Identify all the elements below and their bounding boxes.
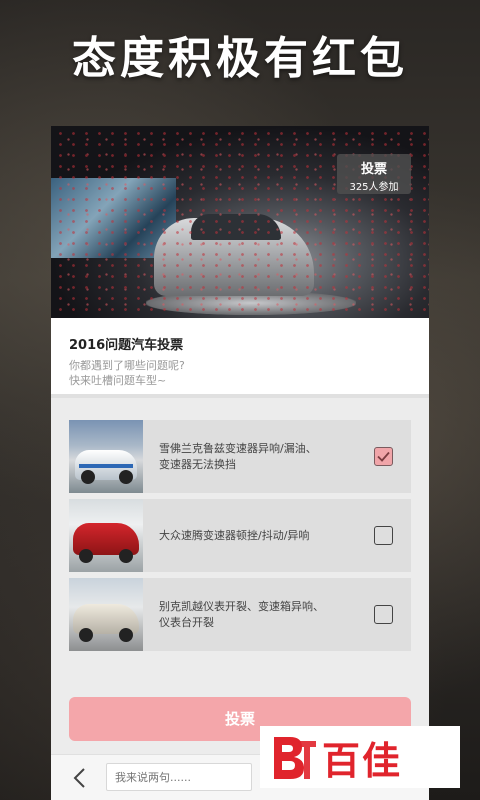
option-label-line2: 变速器无法换挡 <box>159 457 236 471</box>
option-thumbnail <box>69 499 143 572</box>
vote-count-badge: 投票 325人参加 <box>337 154 411 194</box>
poll-option-vw-sagitar[interactable]: 大众速腾变速器顿挫/抖动/异响 <box>69 499 411 572</box>
poll-description: 你都遇到了哪些问题呢? 快来吐槽问题车型~ <box>69 358 411 388</box>
hero-image: 投票 325人参加 <box>51 126 429 318</box>
brand-watermark: 百佳 <box>260 726 460 788</box>
vote-badge-count: 325人参加 <box>349 182 399 193</box>
brand-logo-icon <box>274 737 316 779</box>
option-label-line1: 别克凯越仪表开裂、变速箱异响、 <box>159 599 324 613</box>
option-label: 雪佛兰克鲁兹变速器异响/漏油、 变速器无法换挡 <box>143 441 411 473</box>
option-checkbox[interactable] <box>374 447 393 466</box>
poll-options: 雪佛兰克鲁兹变速器异响/漏油、 变速器无法换挡 大众速腾变速器顿挫/抖动/异响 <box>51 398 429 651</box>
option-thumbnail <box>69 578 143 651</box>
option-thumbnail <box>69 420 143 493</box>
option-checkbox[interactable] <box>374 605 393 624</box>
option-label: 别克凯越仪表开裂、变速箱异响、 仪表台开裂 <box>143 599 411 631</box>
poll-option-buick-excelle[interactable]: 别克凯越仪表开裂、变速箱异响、 仪表台开裂 <box>69 578 411 651</box>
promo-headline: 态度积极有红包 <box>72 33 408 84</box>
poll-desc-line2: 快来吐槽问题车型~ <box>69 374 167 387</box>
back-arrow-icon[interactable] <box>71 767 91 789</box>
option-checkbox[interactable] <box>374 526 393 545</box>
option-label-line1: 大众速腾变速器顿挫/抖动/异响 <box>159 528 310 542</box>
option-label: 大众速腾变速器顿挫/抖动/异响 <box>143 528 411 544</box>
option-label-line1: 雪佛兰克鲁兹变速器异响/漏油、 <box>159 441 317 455</box>
brand-watermark-text: 百佳 <box>322 738 403 783</box>
check-icon <box>377 451 390 462</box>
comment-input[interactable] <box>106 763 252 791</box>
vote-badge-title: 投票 <box>360 162 387 177</box>
poll-info: 2016问题汽车投票 你都遇到了哪些问题呢? 快来吐槽问题车型~ <box>51 318 429 398</box>
vote-card: 投票 325人参加 2016问题汽车投票 你都遇到了哪些问题呢? 快来吐槽问题车… <box>51 126 429 800</box>
poll-desc-line1: 你都遇到了哪些问题呢? <box>69 359 185 372</box>
poll-title: 2016问题汽车投票 <box>69 338 184 353</box>
option-label-line2: 仪表台开裂 <box>159 615 214 629</box>
poll-option-chevrolet-cruze[interactable]: 雪佛兰克鲁兹变速器异响/漏油、 变速器无法换挡 <box>69 420 411 493</box>
